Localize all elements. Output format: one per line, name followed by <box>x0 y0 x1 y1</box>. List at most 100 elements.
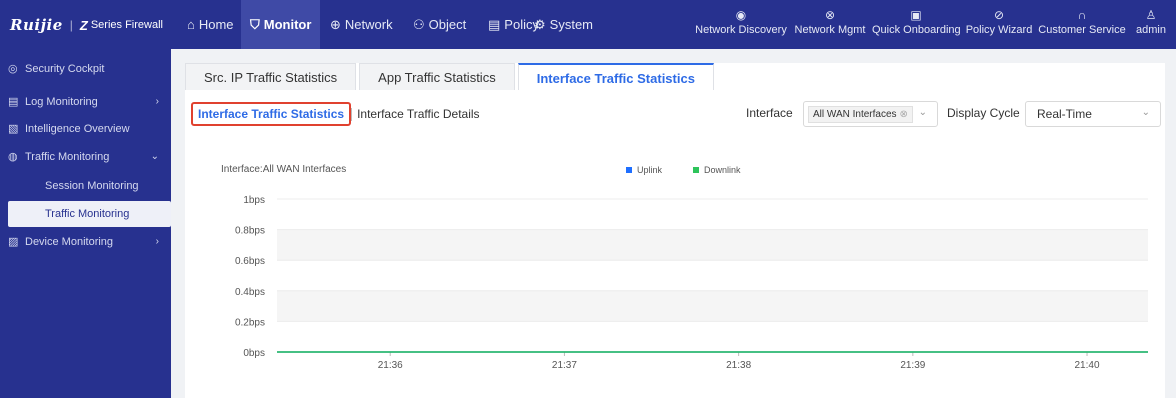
system-icon: ⚙ <box>534 16 546 32</box>
chevron-down-icon: ⌄ <box>150 151 159 162</box>
globe-icon: ⊕ <box>330 16 341 32</box>
user-icon: ♙ <box>1145 8 1157 22</box>
x-tick-label: 21:40 <box>1075 360 1100 371</box>
tool-label: Policy Wizard <box>965 24 1033 36</box>
product-name: Series Firewall <box>90 19 163 31</box>
nav-home[interactable]: ⌂ Home <box>176 0 246 49</box>
legend-label-uplink: Uplink <box>637 165 663 175</box>
chart-title: Interface:All WAN Interfaces <box>221 164 346 175</box>
sidebar-item-device-monitoring[interactable]: ▨ Device Monitoring › <box>8 229 171 255</box>
sidebar-item-label: Security Cockpit <box>25 63 105 75</box>
x-tick-label: 21:37 <box>552 360 577 371</box>
sidebar-item-traffic-monitoring-sub[interactable]: Traffic Monitoring <box>8 201 171 227</box>
nav-network[interactable]: ⊕ Network <box>326 0 397 49</box>
policy-icon: ▤ <box>488 16 501 32</box>
network-mgmt-icon: ⊗ <box>824 8 836 22</box>
tab-app-traffic-statistics[interactable]: App Traffic Statistics <box>359 63 515 90</box>
main-content: Src. IP Traffic Statistics App Traffic S… <box>171 49 1176 398</box>
network-discovery-icon: ◉ <box>735 8 747 22</box>
brand-name: Ruijie <box>10 16 63 34</box>
display-cycle-select[interactable]: Real-Time ⌄ <box>1025 101 1161 127</box>
nav-monitor[interactable]: ⛉ Monitor <box>241 0 321 49</box>
nav-label: Object <box>428 17 467 32</box>
tab-interface-traffic-statistics[interactable]: Interface Traffic Statistics <box>517 63 714 90</box>
nav-label: Monitor <box>263 17 312 32</box>
sidebar-item-traffic-monitoring[interactable]: ◍ Traffic Monitoring ⌄ <box>8 144 171 170</box>
interface-tag-label: All WAN Interfaces <box>813 109 897 120</box>
network-mgmt-button[interactable]: ⊗ Network Mgmt <box>792 6 868 36</box>
clear-tag-icon[interactable]: ⊗ <box>900 109 908 120</box>
traffic-chart: Interface:All WAN Interfaces Uplink Down… <box>191 155 1161 373</box>
tool-label: Customer Service <box>1038 24 1126 36</box>
tool-label: Network Discovery <box>695 24 787 36</box>
y-tick-label: 0bps <box>243 348 265 359</box>
y-tick-label: 0.2bps <box>235 317 265 328</box>
cockpit-icon: ◎ <box>8 63 18 75</box>
product-mark: Z <box>79 17 88 33</box>
quick-onboarding-icon: ▣ <box>910 8 922 22</box>
interface-label: Interface <box>746 106 793 120</box>
sidebar-item-session-monitoring[interactable]: Session Monitoring <box>8 173 171 199</box>
device-icon: ▨ <box>8 236 19 248</box>
sidebar-item-log-monitoring[interactable]: ▤ Log Monitoring › <box>8 89 171 115</box>
chart-legend: Uplink Downlink <box>626 165 741 175</box>
subtab-interface-traffic-statistics[interactable]: Interface Traffic Statistics <box>191 102 352 126</box>
sidebar-item-security-cockpit[interactable]: ◎ Security Cockpit <box>8 56 171 82</box>
y-tick-label: 0.4bps <box>235 287 265 298</box>
quick-onboarding-button[interactable]: ▣ Quick Onboarding <box>872 6 961 36</box>
top-navigation-bar: Ruijie | Z Series Firewall ⌂ Home ⛉ Monito… <box>0 0 1176 49</box>
network-discovery-button[interactable]: ◉ Network Discovery <box>695 6 787 36</box>
tool-label: Quick Onboarding <box>872 24 961 36</box>
sidebar-item-label: Log Monitoring <box>25 96 98 108</box>
content-panel: Src. IP Traffic Statistics App Traffic S… <box>185 63 1165 398</box>
interface-select[interactable]: All WAN Interfaces ⊗ ⌄ <box>803 101 938 127</box>
display-cycle-label: Display Cycle <box>947 106 1020 120</box>
policy-wizard-button[interactable]: ⊘ Policy Wizard <box>964 6 1034 36</box>
user-menu-button[interactable]: ♙ admin <box>1132 6 1170 36</box>
tab-src-ip-traffic-statistics[interactable]: Src. IP Traffic Statistics <box>185 63 357 90</box>
y-tick-label: 1bps <box>243 195 265 206</box>
customer-service-button[interactable]: ∩ Customer Service <box>1038 6 1126 36</box>
sidebar-item-label: Intelligence Overview <box>25 123 130 135</box>
sidebar-item-label: Traffic Monitoring <box>45 208 130 220</box>
grid-band <box>277 229 1148 261</box>
display-cycle-value: Real-Time <box>1037 107 1092 121</box>
sidebar-item-intelligence-overview[interactable]: ▧ Intelligence Overview <box>8 116 171 142</box>
nav-object[interactable]: ⚇ Object <box>409 0 470 49</box>
chevron-right-icon: › <box>155 96 159 107</box>
x-tick-label: 21:36 <box>378 360 403 371</box>
sidebar-item-label: Device Monitoring <box>25 236 114 248</box>
nav-system[interactable]: ⚙ System <box>530 0 597 49</box>
chart-canvas: Interface:All WAN Interfaces Uplink Down… <box>221 164 1148 371</box>
sidebar: ◎ Security Cockpit ▤ Log Monitoring › ▧ Inte… <box>0 49 171 398</box>
y-tick-label: 0.8bps <box>235 226 265 237</box>
chevron-right-icon: › <box>155 236 159 247</box>
object-icon: ⚇ <box>413 16 425 32</box>
x-tick-label: 21:38 <box>726 360 751 371</box>
nav-label: System <box>549 17 593 32</box>
logo-divider: | <box>69 18 73 32</box>
chevron-down-icon: ⌄ <box>1141 107 1150 118</box>
subtab-bar: Interface Traffic Statistics Interface T… <box>191 102 485 126</box>
home-icon: ⌂ <box>187 17 195 32</box>
shield-icon: ⛉ <box>250 16 260 32</box>
legend-label-downlink: Downlink <box>704 165 741 175</box>
y-tick-label: 0.6bps <box>235 256 265 267</box>
subtab-interface-traffic-details[interactable]: Interface Traffic Details <box>352 107 485 121</box>
policy-wizard-icon: ⊘ <box>993 8 1005 22</box>
sidebar-item-label: Session Monitoring <box>45 180 139 192</box>
tool-label: admin <box>1136 24 1166 36</box>
sidebar-item-label: Traffic Monitoring <box>25 151 110 163</box>
tab-bar: Src. IP Traffic Statistics App Traffic S… <box>185 63 717 90</box>
interface-tag: All WAN Interfaces ⊗ <box>808 106 913 123</box>
intelligence-icon: ▧ <box>8 123 19 135</box>
nav-label: Network <box>344 17 393 32</box>
brand-logo[interactable]: Ruijie | Z Series Firewall <box>10 16 163 34</box>
legend-swatch-downlink <box>693 167 699 173</box>
grid-band <box>277 290 1148 322</box>
log-icon: ▤ <box>8 96 19 108</box>
tool-label: Network Mgmt <box>794 24 866 36</box>
x-tick-label: 21:39 <box>900 360 925 371</box>
customer-service-icon: ∩ <box>1077 8 1087 22</box>
nav-label: Home <box>198 17 234 32</box>
